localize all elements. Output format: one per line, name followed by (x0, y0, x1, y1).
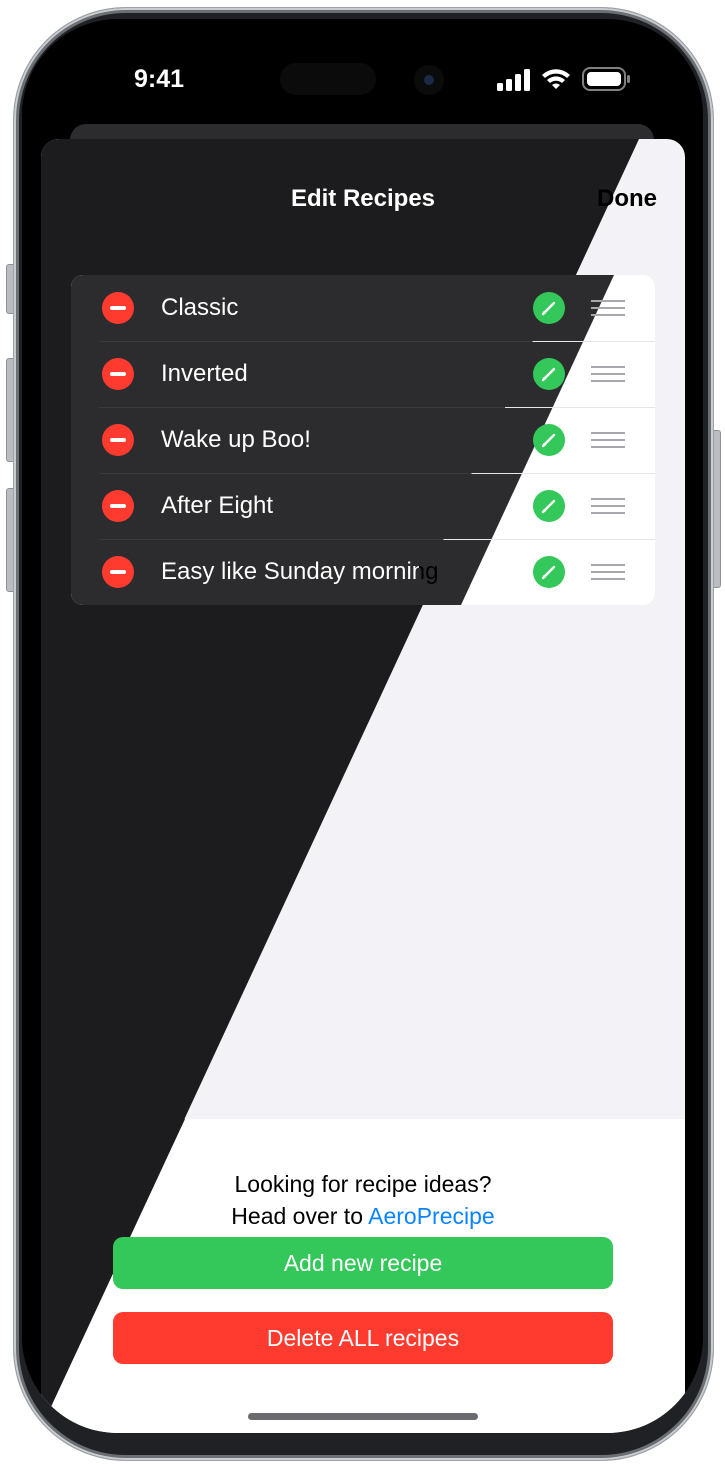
edit-pencil-icon[interactable] (533, 358, 565, 390)
done-button[interactable]: Done (597, 185, 657, 213)
recipe-row[interactable]: Easy like Sunday morning (71, 539, 655, 605)
recipe-name: Inverted (161, 360, 248, 387)
drag-handle-icon[interactable] (591, 366, 625, 384)
aeroprecipe-link[interactable]: AeroPrecipe (368, 1203, 495, 1229)
delete-minus-icon[interactable] (102, 292, 134, 324)
add-new-recipe-button[interactable]: Add new recipe (113, 1237, 613, 1289)
battery-icon (582, 67, 630, 91)
recipe-name: Classic (161, 294, 239, 321)
recipe-name: After Eight (161, 492, 274, 519)
recipe-name: Easy like Sunday morning (161, 558, 439, 585)
recipe-row[interactable]: Wake up Boo! (71, 407, 655, 473)
delete-minus-icon[interactable] (102, 358, 134, 390)
phone-screen: 9:41 Edit Recipes Done Classic Inverted … (22, 19, 703, 1433)
home-indicator[interactable] (248, 1413, 478, 1420)
drag-handle-icon[interactable] (591, 564, 625, 582)
recipe-row[interactable]: Classic (71, 275, 655, 341)
delete-minus-icon[interactable] (102, 490, 134, 522)
add-new-recipe-label: Add new recipe (283, 1249, 443, 1276)
cellular-icon (497, 69, 530, 91)
edit-recipes-sheet: Edit Recipes Done Classic Inverted Wake … (41, 139, 685, 1433)
delete-all-recipes-label: Delete ALL recipes (266, 1324, 460, 1351)
delete-all-recipes-button[interactable]: Delete ALL recipes (113, 1312, 613, 1364)
recipe-ideas-prefix: Head over to (231, 1203, 369, 1229)
edit-pencil-icon[interactable] (533, 490, 565, 522)
status-time: 9:41 (134, 65, 185, 93)
drag-handle-icon[interactable] (591, 300, 625, 318)
nav-title: Edit Recipes (290, 185, 436, 212)
edit-pencil-icon[interactable] (533, 424, 565, 456)
drag-handle-icon[interactable] (591, 432, 625, 450)
dynamic-island (280, 63, 376, 95)
recipe-row[interactable]: After Eight (71, 473, 655, 539)
front-camera (414, 65, 444, 95)
edit-pencil-icon[interactable] (533, 292, 565, 324)
drag-handle-icon[interactable] (591, 498, 625, 516)
recipe-row[interactable]: Inverted (71, 341, 655, 407)
recipe-ideas-prompt: Looking for recipe ideas? (234, 1171, 492, 1197)
power-button (712, 430, 721, 588)
delete-minus-icon[interactable] (102, 556, 134, 588)
delete-minus-icon[interactable] (102, 424, 134, 456)
wifi-icon (542, 69, 570, 89)
edit-pencil-icon[interactable] (533, 556, 565, 588)
recipe-list: Classic Inverted Wake up Boo! After Eigh… (71, 275, 655, 605)
recipe-name: Wake up Boo! (161, 426, 311, 453)
recipe-ideas-line2: Head over to AeroPrecipe (41, 1203, 685, 1230)
